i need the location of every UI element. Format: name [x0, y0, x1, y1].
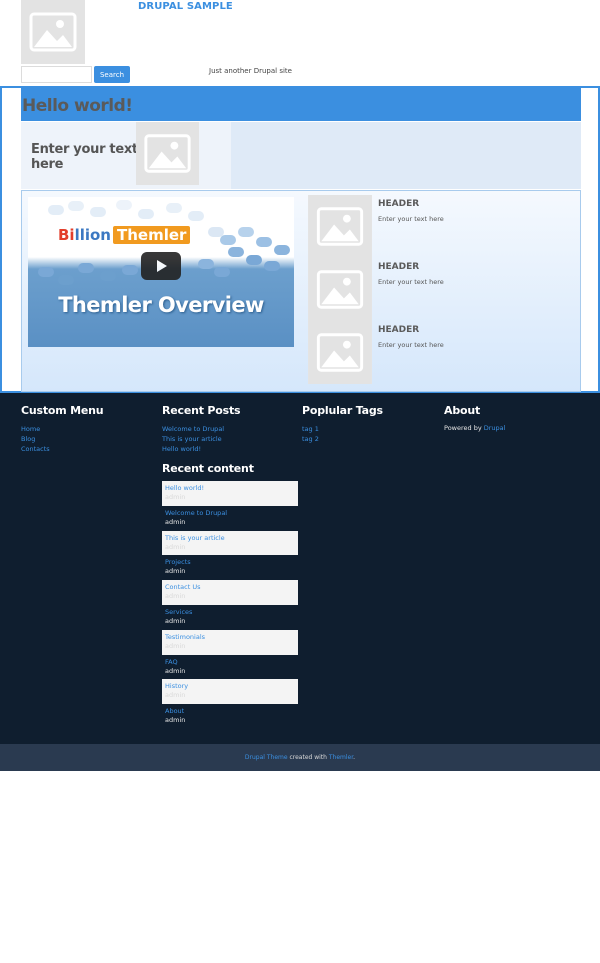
video-player[interactable]: Billion Themler Themler Overview: [28, 197, 294, 347]
tag-link[interactable]: tag 2: [302, 434, 383, 444]
custom-menu-title: Custom Menu: [21, 404, 104, 417]
recent-post-link[interactable]: Hello world!: [162, 444, 240, 454]
recent-content-link[interactable]: FAQ: [165, 658, 295, 667]
feature-title: HEADER: [378, 325, 420, 335]
author-name: admin: [165, 567, 186, 576]
list-item: Services admin: [162, 605, 298, 630]
author-name: admin: [165, 542, 186, 551]
author-name: admin: [165, 493, 186, 501]
media-row: Billion Themler Themler Overview HEADER E…: [21, 190, 581, 392]
footer: Custom Menu Home Blog Contacts Recent Po…: [0, 393, 600, 744]
drupal-theme-link[interactable]: Drupal Theme: [245, 754, 288, 761]
list-item: Hello world! admin: [162, 481, 298, 506]
feature-text: Enter your text here: [378, 278, 444, 286]
author-name: admin: [165, 641, 186, 650]
list-item: FAQ admin: [162, 655, 298, 680]
themler-link[interactable]: Themler: [329, 754, 353, 761]
author-name: admin: [165, 666, 186, 675]
author-name: admin: [165, 592, 186, 601]
feature-image-icon: [308, 195, 372, 258]
recent-content-link[interactable]: Hello world!: [165, 484, 295, 493]
recent-posts-title: Recent Posts: [162, 404, 241, 417]
video-brand-logo: Billion Themler: [58, 226, 191, 244]
custom-menu-block: Custom Menu Home Blog Contacts: [21, 404, 104, 454]
author-name: admin: [165, 716, 186, 725]
page-title: Hello world!: [22, 96, 133, 116]
author-name: admin: [165, 517, 186, 526]
feature-item: HEADER Enter your text here: [308, 321, 578, 384]
recent-content-link[interactable]: Services: [165, 608, 295, 617]
intro-block: Enter your text here: [21, 122, 231, 189]
list-item: Contact Us admin: [162, 580, 298, 605]
recent-content-link[interactable]: Contact Us: [165, 583, 295, 592]
list-item: Projects admin: [162, 555, 298, 580]
list-item: History admin: [162, 679, 298, 705]
list-item: About admin: [162, 704, 298, 729]
author-name: admin: [165, 616, 186, 625]
site-slogan: Just another Drupal site: [209, 67, 292, 75]
search-button[interactable]: Search: [94, 66, 130, 83]
site-logo-image-icon[interactable]: [21, 0, 85, 64]
recent-post-link[interactable]: This is your article: [162, 434, 240, 444]
site-name-link[interactable]: DRUPAL SAMPLE: [138, 1, 233, 12]
feature-item: HEADER Enter your text here: [308, 258, 578, 321]
page-title-bar: Hello world!: [21, 88, 581, 121]
feature-text: Enter your text here: [378, 215, 444, 223]
credit-text: created with: [287, 754, 329, 761]
feature-image-icon: [308, 258, 372, 321]
recent-content-link[interactable]: This is your article: [165, 534, 295, 543]
main-content: Hello world! Enter your text here Billio…: [0, 86, 600, 393]
copyright-bar: Drupal Theme created with Themler.: [0, 744, 600, 771]
recent-content-link[interactable]: Testimonials: [165, 633, 295, 642]
menu-link-blog[interactable]: Blog: [21, 434, 103, 444]
feature-image-icon: [308, 321, 372, 384]
search-input[interactable]: [21, 66, 92, 83]
play-icon[interactable]: [141, 252, 181, 280]
recent-post-link[interactable]: Welcome to Drupal: [162, 424, 240, 434]
feature-text: Enter your text here: [378, 341, 444, 349]
tag-link[interactable]: tag 1: [302, 424, 383, 434]
popular-tags-block: Poplular Tags tag 1 tag 2: [302, 404, 383, 444]
video-title: Themler Overview: [58, 293, 264, 317]
recent-content-link[interactable]: About: [165, 707, 295, 716]
about-text: Powered by Drupal: [444, 424, 506, 432]
about-block: About Powered by Drupal: [444, 404, 505, 432]
intro-row: Enter your text here: [21, 122, 581, 189]
recent-content-link[interactable]: History: [165, 682, 295, 691]
recent-posts-block: Recent Posts Welcome to Drupal This is y…: [162, 404, 241, 454]
recent-content-link[interactable]: Welcome to Drupal: [165, 509, 295, 518]
feature-title: HEADER: [378, 262, 420, 272]
list-item: This is your article admin: [162, 530, 298, 556]
feature-title: HEADER: [378, 199, 420, 209]
list-item: Testimonials admin: [162, 629, 298, 655]
drupal-link[interactable]: Drupal: [484, 424, 506, 432]
intro-image-icon: [136, 122, 199, 185]
about-title: About: [444, 404, 481, 417]
recent-content-block: Recent content Hello world! admin Welcom…: [162, 462, 298, 729]
menu-link-contacts[interactable]: Contacts: [21, 444, 103, 454]
menu-link-home[interactable]: Home: [21, 424, 103, 434]
recent-content-title: Recent content: [162, 462, 254, 475]
recent-content-link[interactable]: Projects: [165, 558, 295, 567]
feature-item: HEADER Enter your text here: [308, 195, 578, 258]
intro-text: Enter your text here: [31, 142, 138, 172]
author-name: admin: [165, 691, 186, 700]
list-item: Welcome to Drupal admin: [162, 506, 298, 531]
popular-tags-title: Poplular Tags: [302, 404, 383, 417]
